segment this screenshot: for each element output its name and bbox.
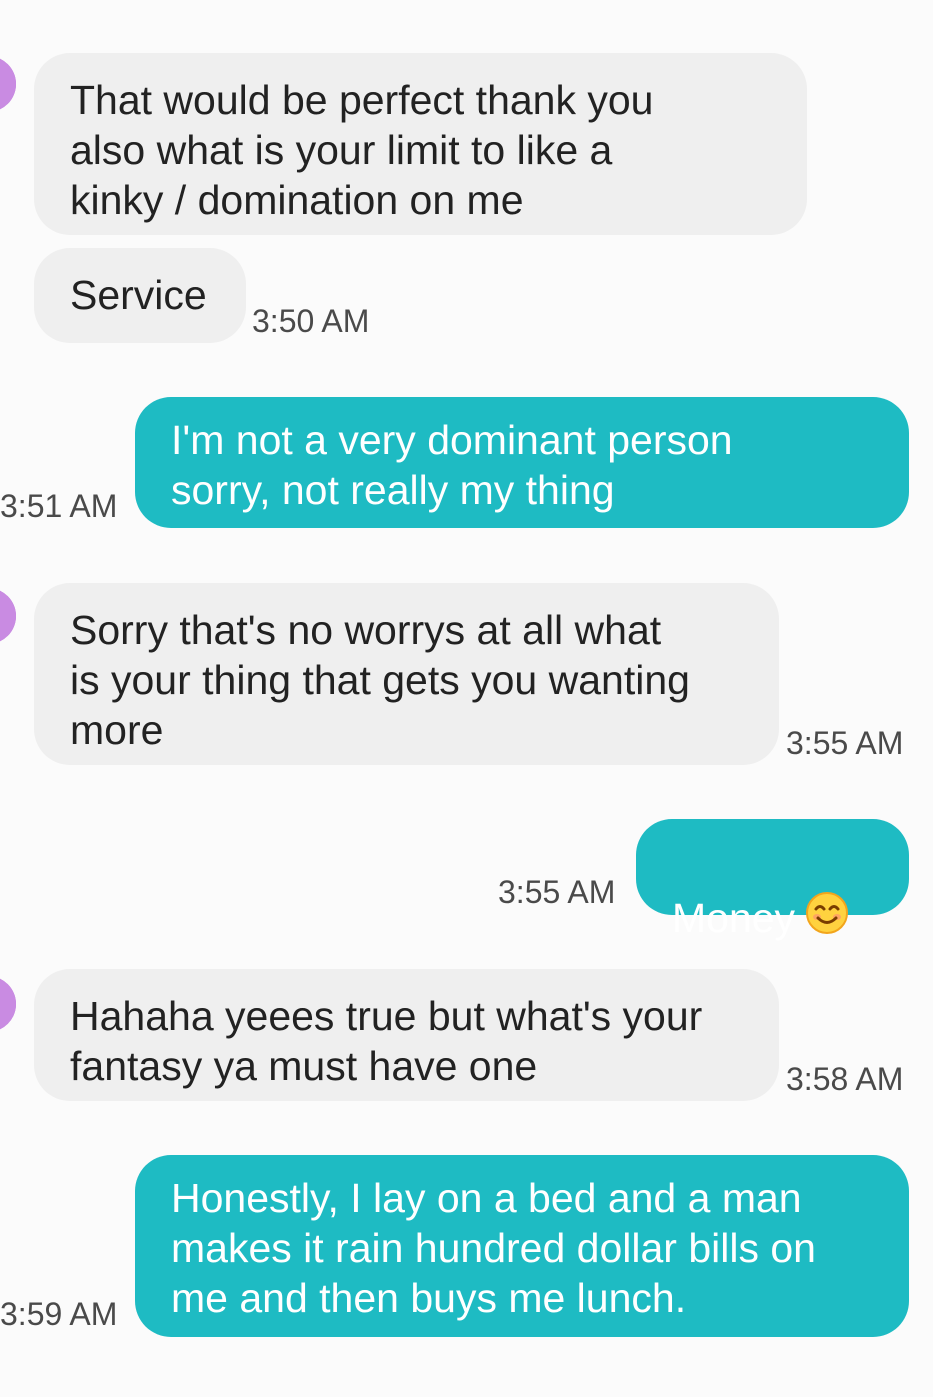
smiling-face-emoji-icon [805, 891, 849, 946]
message-timestamp: 3:58 AM [786, 1061, 904, 1097]
contact-avatar[interactable] [0, 588, 16, 644]
incoming-message-bubble[interactable]: Service [34, 248, 246, 343]
message-timestamp: 3:50 AM [252, 303, 370, 339]
outgoing-message-bubble[interactable]: Honestly, I lay on a bed and a man makes… [135, 1155, 909, 1337]
outgoing-message-bubble[interactable]: I'm not a very dominant person sorry, no… [135, 397, 909, 528]
message-timestamp: 3:55 AM [498, 874, 616, 910]
message-timestamp: 3:59 AM [0, 1296, 118, 1332]
avatar-image [0, 588, 16, 644]
outgoing-message-bubble[interactable]: Money [636, 819, 909, 941]
avatar-image [0, 56, 16, 112]
contact-avatar[interactable] [0, 56, 16, 112]
contact-avatar[interactable] [0, 976, 16, 1032]
incoming-message-bubble[interactable]: Hahaha yeees true but what's your fantas… [34, 969, 779, 1101]
incoming-message-bubble[interactable]: Sorry that's no worrys at all what is yo… [34, 583, 779, 765]
avatar-image [0, 976, 16, 1032]
incoming-message-bubble[interactable]: That would be perfect thank you also wha… [34, 53, 807, 235]
message-timestamp: 3:51 AM [0, 488, 118, 524]
message-timestamp: 3:55 AM [786, 725, 904, 761]
message-text: Money [672, 895, 796, 941]
